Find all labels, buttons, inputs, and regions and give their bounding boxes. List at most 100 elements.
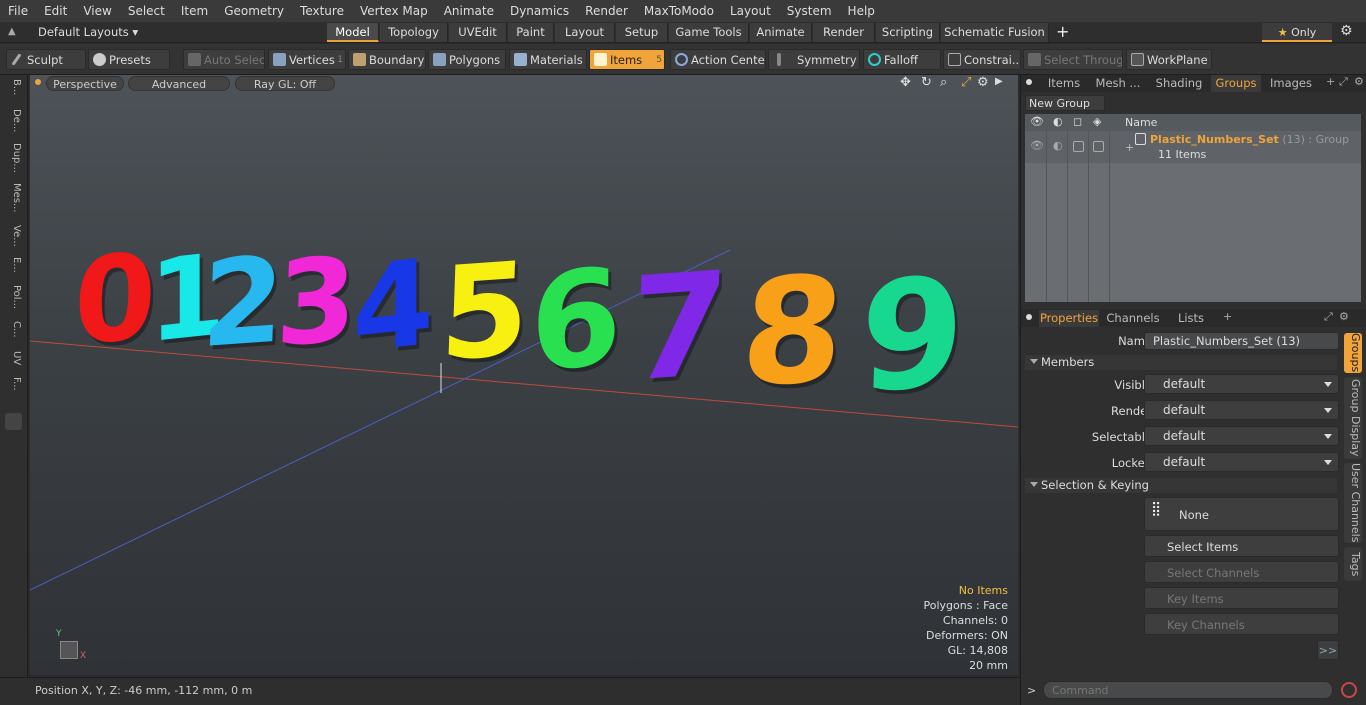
menu-geometry[interactable]: Geometry — [216, 0, 292, 22]
menu-system[interactable]: System — [779, 0, 840, 22]
select-through-button[interactable]: Select Through — [1023, 49, 1123, 70]
digit-8-mesh[interactable]: 8 — [736, 245, 849, 419]
menu-file[interactable]: File — [0, 0, 36, 22]
vertices-button[interactable]: Vertices 1 — [268, 49, 346, 70]
digit-5-mesh[interactable]: 5 — [438, 235, 532, 391]
left-tab-uv[interactable]: UV — [4, 351, 22, 365]
sculpt-button[interactable]: Sculpt — [6, 49, 86, 70]
visibility-column-icon[interactable]: 👁 — [1030, 115, 1044, 128]
render-dropdown[interactable]: default — [1144, 400, 1339, 420]
none-selection-button[interactable]: ⣿ None — [1144, 497, 1339, 531]
select-items-button[interactable]: Select Items — [1144, 535, 1339, 557]
menu-view[interactable]: View — [75, 0, 119, 22]
lock-column-icon[interactable]: ◻ — [1073, 115, 1082, 128]
tab-channels[interactable]: Channels — [1105, 310, 1161, 327]
select-column-icon[interactable]: ◈ — [1093, 115, 1101, 128]
side-tab-tags[interactable]: Tags — [1344, 547, 1362, 581]
tab-schematic-fusion[interactable]: Schematic Fusion — [941, 23, 1049, 42]
left-tab-deform[interactable]: De... — [4, 109, 22, 132]
selectable-dropdown[interactable]: default — [1144, 426, 1339, 446]
visible-dropdown[interactable]: default — [1144, 374, 1339, 394]
menu-vertex-map[interactable]: Vertex Map — [352, 0, 436, 22]
menu-render[interactable]: Render — [577, 0, 636, 22]
menu-dynamics[interactable]: Dynamics — [502, 0, 577, 22]
tab-mesh[interactable]: Mesh ... — [1093, 75, 1143, 92]
left-tab-vertex[interactable]: Ve... — [4, 225, 22, 247]
tab-game-tools[interactable]: Game Tools — [669, 23, 749, 42]
tab-lists[interactable]: Lists — [1167, 310, 1215, 327]
panel-expand-icon[interactable]: ⤢ — [1339, 75, 1348, 89]
key-items-button[interactable]: Key Items — [1144, 587, 1339, 609]
selection-keying-section[interactable]: Selection & Keying — [1025, 478, 1337, 493]
left-tab-duplicate[interactable]: Dup... — [4, 143, 22, 173]
left-tab-toggle-button[interactable] — [5, 413, 22, 430]
select-channels-button[interactable]: Select Channels — [1144, 561, 1339, 583]
left-tab-curve[interactable]: C... — [4, 321, 22, 338]
tab-items[interactable]: Items — [1039, 75, 1089, 92]
properties-menu-icon[interactable] — [1026, 314, 1032, 320]
symmetry-button[interactable]: Symmetry — [768, 49, 860, 70]
menu-layout[interactable]: Layout — [722, 0, 779, 22]
3d-viewport[interactable]: Perspective Advanced Ray GL: Off ✥ ↻ ⌕ ⤢… — [30, 75, 1018, 675]
side-tab-user-channels[interactable]: User Channels — [1344, 463, 1362, 543]
tab-groups[interactable]: Groups — [1211, 75, 1261, 92]
presets-button[interactable]: Presets — [88, 49, 170, 70]
locked-dropdown[interactable]: default — [1144, 452, 1339, 472]
digit-4-mesh[interactable]: 4 — [352, 232, 434, 379]
render-column-icon[interactable]: ◐ — [1053, 115, 1063, 128]
add-tab-icon[interactable]: + — [1056, 22, 1069, 41]
menu-item[interactable]: Item — [173, 0, 216, 22]
menu-select[interactable]: Select — [120, 0, 173, 22]
tab-images[interactable]: Images — [1265, 75, 1317, 92]
panel-menu-icon[interactable] — [1026, 79, 1032, 85]
properties-settings-icon[interactable]: ⚙ — [1339, 310, 1349, 323]
menu-animate[interactable]: Animate — [436, 0, 502, 22]
add-panel-tab-icon[interactable]: + — [1326, 75, 1335, 88]
left-tab-mesh[interactable]: Mes... — [4, 183, 22, 213]
only-toggle[interactable]: ★ Only — [1262, 23, 1332, 42]
tab-animate[interactable]: Animate — [750, 23, 812, 42]
digit-0-mesh[interactable]: 0 — [72, 227, 159, 371]
workplane-button[interactable]: WorkPlane — [1126, 49, 1212, 70]
menu-edit[interactable]: Edit — [36, 0, 75, 22]
boundary-button[interactable]: Boundary — [348, 49, 426, 70]
group-visible-icon[interactable]: 👁 — [1030, 139, 1044, 152]
tab-scripting[interactable]: Scripting — [876, 23, 940, 42]
menu-help[interactable]: Help — [840, 0, 883, 22]
gear-icon[interactable]: ⚙ — [1340, 23, 1353, 39]
new-group-button[interactable]: New Group — [1025, 95, 1105, 111]
group-render-icon[interactable]: ◐ — [1053, 139, 1063, 152]
group-expand-icon[interactable]: + — [1125, 141, 1134, 154]
panel-settings-icon[interactable]: ⚙ — [1354, 75, 1364, 88]
left-tab-basic[interactable]: B... — [4, 79, 22, 95]
layout-up-icon[interactable]: ▲ — [8, 26, 16, 37]
group-select-icon[interactable] — [1093, 141, 1104, 152]
left-tab-polygon[interactable]: Pol... — [4, 285, 22, 309]
tab-uvedit[interactable]: UVEdit — [449, 23, 507, 42]
command-input[interactable] — [1043, 681, 1333, 699]
digit-7-mesh[interactable]: 7 — [627, 241, 731, 414]
tab-layout[interactable]: Layout — [555, 23, 615, 42]
left-tab-edge[interactable]: E... — [4, 257, 22, 273]
digit-3-mesh[interactable]: 3 — [274, 232, 359, 373]
digit-9-mesh[interactable]: 9 — [857, 245, 967, 427]
left-tab-fusion[interactable]: F... — [4, 377, 22, 391]
members-section[interactable]: Members — [1025, 355, 1337, 370]
materials-button[interactable]: Materials — [509, 49, 587, 70]
more-button[interactable]: >> — [1317, 640, 1339, 660]
side-tab-group-display[interactable]: Group Display — [1344, 377, 1362, 459]
action-center-button[interactable]: Action Center — [670, 49, 766, 70]
polygons-button[interactable]: Polygons — [428, 49, 506, 70]
tab-model[interactable]: Model — [327, 23, 379, 42]
add-properties-tab-icon[interactable]: + — [1223, 310, 1232, 323]
menu-maxtomodo[interactable]: MaxToModo — [636, 0, 722, 22]
tab-topology[interactable]: Topology — [380, 23, 448, 42]
record-icon[interactable] — [1341, 682, 1357, 698]
group-row[interactable]: 👁 ◐ + Plastic_Numbers_Set (13) : Group 1… — [1025, 131, 1361, 163]
name-column-header[interactable]: Name — [1125, 116, 1157, 129]
digit-6-mesh[interactable]: 6 — [530, 239, 621, 403]
layout-selector[interactable]: Default Layouts ▾ — [38, 25, 138, 39]
properties-expand-icon[interactable]: ⤢ — [1324, 310, 1333, 324]
side-tab-groups[interactable]: Groups — [1344, 333, 1362, 373]
tab-paint[interactable]: Paint — [508, 23, 554, 42]
